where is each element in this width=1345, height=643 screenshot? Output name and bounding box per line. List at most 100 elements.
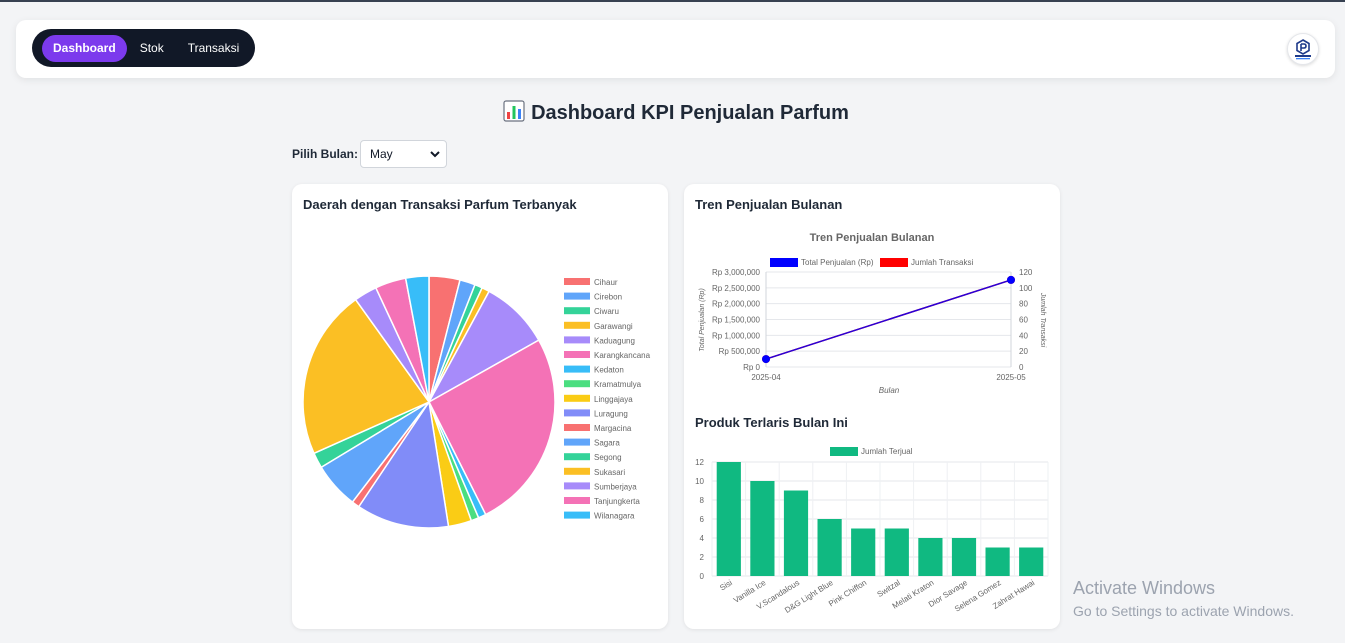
line-chart-title: Tren Penjualan Bulanan bbox=[810, 232, 935, 244]
chevron-down-icon bbox=[430, 141, 440, 178]
region-card-title: Daerah dengan Transaksi Parfum Terbanyak bbox=[303, 197, 577, 212]
legend-label: Wilanagara bbox=[594, 512, 635, 521]
legend-swatch bbox=[564, 424, 590, 431]
bar bbox=[918, 538, 943, 576]
y-tick-label: 0 bbox=[700, 572, 705, 581]
month-select[interactable]: May bbox=[360, 140, 447, 168]
bar bbox=[783, 490, 809, 576]
legend-swatch bbox=[770, 258, 798, 267]
y-tick-label: Rp 2,000,000 bbox=[712, 300, 761, 309]
y-tick-label: Rp 1,500,000 bbox=[712, 316, 761, 325]
bar bbox=[884, 528, 909, 576]
legend-swatch bbox=[564, 292, 590, 300]
legend-label: Ciwaru bbox=[594, 307, 619, 316]
y2-tick-label: 0 bbox=[1019, 363, 1024, 372]
legend-label: Jumlah Transaksi bbox=[911, 258, 973, 267]
series-point-penjualan bbox=[762, 355, 770, 364]
y-tick-label: 2 bbox=[700, 553, 705, 562]
watermark-line1: Activate Windows bbox=[1073, 578, 1216, 598]
top-navbar: Dashboard Stok Transaksi bbox=[16, 20, 1335, 78]
y2-tick-label: 80 bbox=[1019, 300, 1028, 309]
legend-label: Jumlah Terjual bbox=[861, 447, 913, 456]
y2-tick-label: 60 bbox=[1019, 316, 1028, 325]
x-tick-label: 2025-05 bbox=[996, 373, 1026, 382]
trend-card: Tren Penjualan Bulanan Tren Penjualan Bu… bbox=[684, 184, 1060, 629]
y2-tick-label: 100 bbox=[1019, 284, 1033, 293]
y-tick-label: Rp 0 bbox=[743, 363, 760, 372]
legend-swatch bbox=[564, 453, 590, 461]
legend-label: Sagara bbox=[594, 439, 620, 448]
y-tick-label: Rp 3,000,000 bbox=[712, 268, 761, 277]
watermark-line2: Go to Settings to activate Windows. bbox=[1073, 603, 1294, 619]
region-pie-chart: Cihaur Cirebon Ciwaru Garawangi Kaduagung Kar… bbox=[302, 275, 651, 529]
y-tick-label: 6 bbox=[700, 515, 705, 524]
legend-label: Kramatmulya bbox=[594, 380, 642, 389]
bar bbox=[985, 547, 1010, 576]
legend-label: Sumberjaya bbox=[594, 482, 637, 491]
legend-swatch bbox=[564, 321, 590, 329]
bar bbox=[750, 481, 775, 576]
legend-label: Garawangi bbox=[594, 322, 633, 331]
page-title: Dashboard KPI Penjualan Parfum bbox=[0, 100, 1345, 128]
legend-label: Kaduagung bbox=[594, 336, 635, 345]
y-tick-label: 12 bbox=[695, 458, 704, 467]
legend-label: Tanjungkerta bbox=[594, 497, 640, 506]
perfume-brand-logo-icon bbox=[1291, 37, 1315, 61]
series-point-penjualan bbox=[1007, 275, 1015, 284]
legend-label: Sukasari bbox=[594, 468, 625, 477]
y-tick-label: 4 bbox=[700, 534, 705, 543]
region-card: Daerah dengan Transaksi Parfum Terbanyak… bbox=[292, 184, 668, 629]
x-tick-label: Sisi bbox=[718, 578, 734, 593]
nav-transaksi[interactable]: Transaksi bbox=[177, 35, 251, 62]
legend-label: Karangkancana bbox=[594, 351, 651, 360]
x-tick-label: Pink Chiffon bbox=[827, 578, 868, 608]
legend-swatch bbox=[564, 394, 590, 402]
legend-label: Linggajaya bbox=[594, 395, 633, 404]
avatar[interactable] bbox=[1287, 33, 1319, 65]
y-axis-label: Total Penjualan (Rp) bbox=[699, 288, 706, 352]
legend-swatch bbox=[564, 365, 590, 373]
bar bbox=[951, 538, 977, 576]
legend-swatch bbox=[564, 278, 590, 285]
x-axis-label: Bulan bbox=[879, 386, 900, 395]
legend-label: Margacina bbox=[594, 424, 632, 433]
y2-tick-label: 40 bbox=[1019, 331, 1028, 340]
month-select-value: May bbox=[370, 147, 393, 161]
legend-swatch bbox=[564, 307, 590, 315]
y2-tick-label: 20 bbox=[1019, 347, 1028, 356]
legend-swatch bbox=[564, 482, 590, 490]
month-filter-label: Pilih Bulan: bbox=[292, 147, 358, 161]
legend-swatch bbox=[880, 258, 908, 267]
y-tick-label: Rp 2,500,000 bbox=[712, 284, 761, 293]
legend-swatch bbox=[564, 511, 590, 519]
bar bbox=[1019, 547, 1044, 576]
nav-dashboard[interactable]: Dashboard bbox=[42, 34, 127, 62]
bar bbox=[716, 462, 741, 576]
legend-swatch bbox=[564, 380, 590, 388]
legend-swatch bbox=[830, 447, 858, 456]
x-tick-label: Switzal bbox=[876, 578, 902, 599]
legend-label: Segong bbox=[594, 453, 622, 462]
bar bbox=[817, 519, 842, 576]
legend-swatch bbox=[564, 336, 590, 344]
legend-swatch bbox=[564, 351, 590, 358]
y-tick-label: 10 bbox=[695, 477, 704, 486]
legend-swatch bbox=[564, 497, 590, 504]
top-products-title: Produk Terlaris Bulan Ini bbox=[695, 415, 848, 430]
windows-activation-watermark: Activate Windows Go to Settings to activ… bbox=[1073, 578, 1294, 619]
bar-chart-icon bbox=[503, 100, 525, 128]
y-tick-label: 8 bbox=[700, 496, 705, 505]
legend-label: Cihaur bbox=[594, 278, 618, 287]
x-tick-label: 2025-04 bbox=[751, 373, 781, 382]
y2-tick-label: 120 bbox=[1019, 268, 1033, 277]
legend-swatch bbox=[564, 409, 590, 417]
trend-card-title: Tren Penjualan Bulanan bbox=[695, 197, 843, 212]
legend-swatch bbox=[564, 438, 590, 446]
legend-label: Luragung bbox=[594, 409, 628, 418]
y-tick-label: Rp 1,000,000 bbox=[712, 331, 761, 340]
legend-swatch bbox=[564, 467, 590, 475]
nav-stok[interactable]: Stok bbox=[129, 35, 175, 62]
sales-trend-chart: Tren Penjualan Bulanan Total Penjualan (R… bbox=[699, 232, 1046, 395]
legend-label: Cirebon bbox=[594, 293, 622, 302]
y-tick-label: Rp 500,000 bbox=[719, 347, 761, 356]
